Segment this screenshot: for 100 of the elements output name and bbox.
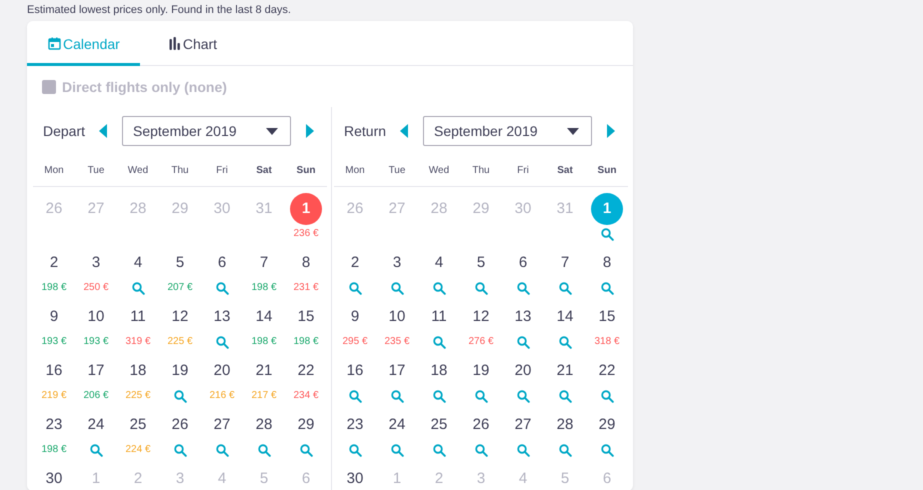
day-number[interactable]: 25 (122, 409, 154, 441)
search-icon[interactable] (600, 228, 614, 241)
day-number[interactable]: 5 (465, 247, 497, 279)
day-number[interactable]: 16 (38, 355, 70, 387)
day-number[interactable]: 21 (248, 355, 280, 387)
day-number[interactable]: 6 (206, 247, 238, 279)
day-number[interactable]: 15 (290, 301, 322, 333)
day-number[interactable]: 8 (591, 247, 623, 279)
day-number[interactable]: 28 (549, 409, 581, 441)
day-number[interactable]: 10 (80, 301, 112, 333)
search-icon[interactable] (390, 282, 404, 295)
search-icon[interactable] (258, 444, 270, 457)
day-number[interactable]: 4 (423, 247, 455, 279)
day-number[interactable]: 18 (423, 355, 455, 387)
day-number[interactable]: 11 (122, 301, 154, 333)
search-icon[interactable] (390, 444, 404, 457)
search-icon[interactable] (216, 444, 228, 457)
day-number[interactable]: 28 (248, 409, 280, 441)
search-icon[interactable] (348, 282, 362, 295)
search-icon[interactable] (474, 282, 488, 295)
search-icon[interactable] (174, 390, 186, 403)
day-number[interactable]: 15 (591, 301, 623, 333)
day-number[interactable]: 2 (38, 247, 70, 279)
search-icon[interactable] (300, 444, 312, 457)
day-number[interactable]: 2 (339, 247, 371, 279)
day-number[interactable]: 14 (549, 301, 581, 333)
search-icon[interactable] (516, 336, 530, 349)
day-number[interactable]: 4 (122, 247, 154, 279)
day-number[interactable]: 9 (38, 301, 70, 333)
day-number[interactable]: 5 (164, 247, 196, 279)
next-arrow-icon[interactable] (305, 124, 314, 138)
day-number[interactable]: 8 (290, 247, 322, 279)
day-number[interactable]: 24 (80, 409, 112, 441)
search-icon[interactable] (558, 336, 572, 349)
day-number[interactable]: 23 (38, 409, 70, 441)
day-number[interactable]: 30 (339, 463, 371, 490)
day-number[interactable]: 3 (80, 247, 112, 279)
day-number[interactable]: 29 (591, 409, 623, 441)
search-icon[interactable] (216, 336, 228, 349)
day-number[interactable]: 24 (381, 409, 413, 441)
day-number[interactable]: 14 (248, 301, 280, 333)
day-number[interactable]: 16 (339, 355, 371, 387)
day-number[interactable]: 25 (423, 409, 455, 441)
day-number[interactable]: 12 (164, 301, 196, 333)
search-icon[interactable] (132, 282, 144, 295)
search-icon[interactable] (432, 390, 446, 403)
search-icon[interactable] (558, 390, 572, 403)
search-icon[interactable] (348, 444, 362, 457)
day-number[interactable]: 19 (465, 355, 497, 387)
day-number[interactable]: 11 (423, 301, 455, 333)
day-number[interactable]: 26 (164, 409, 196, 441)
day-number[interactable]: 6 (507, 247, 539, 279)
search-icon[interactable] (216, 282, 228, 295)
search-icon[interactable] (432, 282, 446, 295)
search-icon[interactable] (90, 444, 102, 457)
search-icon[interactable] (600, 444, 614, 457)
search-icon[interactable] (432, 336, 446, 349)
day-number[interactable]: 10 (381, 301, 413, 333)
day-number[interactable]: 7 (248, 247, 280, 279)
previous-arrow-icon[interactable] (400, 124, 409, 138)
day-number[interactable]: 29 (290, 409, 322, 441)
search-icon[interactable] (558, 282, 572, 295)
day-number[interactable]: 3 (381, 247, 413, 279)
day-number[interactable]: 26 (465, 409, 497, 441)
search-icon[interactable] (516, 444, 530, 457)
search-icon[interactable] (474, 390, 488, 403)
day-number: 2 (132, 469, 144, 489)
day-number[interactable]: 9 (339, 301, 371, 333)
previous-arrow-icon[interactable] (99, 124, 108, 138)
search-icon[interactable] (558, 444, 572, 457)
next-arrow-icon[interactable] (606, 124, 615, 138)
day-number[interactable]: 12 (465, 301, 497, 333)
day-number[interactable]: 22 (591, 355, 623, 387)
day-number[interactable]: 22 (290, 355, 322, 387)
search-icon[interactable] (432, 444, 446, 457)
day-number[interactable]: 27 (206, 409, 238, 441)
day-number[interactable]: 18 (122, 355, 154, 387)
day-number[interactable]: 17 (381, 355, 413, 387)
search-icon[interactable] (516, 390, 530, 403)
day-number[interactable]: 7 (549, 247, 581, 279)
search-icon[interactable] (348, 390, 362, 403)
tab[interactable]: Chart (140, 21, 238, 66)
month-dropdown[interactable]: September 2019 (423, 116, 592, 146)
month-dropdown[interactable]: September 2019 (122, 116, 291, 146)
search-icon[interactable] (390, 390, 404, 403)
day-number[interactable]: 19 (164, 355, 196, 387)
day-number[interactable]: 13 (206, 301, 238, 333)
day-number[interactable]: 17 (80, 355, 112, 387)
search-icon[interactable] (474, 444, 488, 457)
search-icon[interactable] (174, 444, 186, 457)
search-icon[interactable] (516, 282, 530, 295)
day-number[interactable]: 23 (339, 409, 371, 441)
day-number[interactable]: 20 (206, 355, 238, 387)
day-number[interactable]: 30 (38, 463, 70, 490)
day-number[interactable]: 21 (549, 355, 581, 387)
day-number[interactable]: 13 (507, 301, 539, 333)
day-number[interactable]: 20 (507, 355, 539, 387)
day-number[interactable]: 27 (507, 409, 539, 441)
search-icon[interactable] (600, 282, 614, 295)
search-icon[interactable] (600, 390, 614, 403)
